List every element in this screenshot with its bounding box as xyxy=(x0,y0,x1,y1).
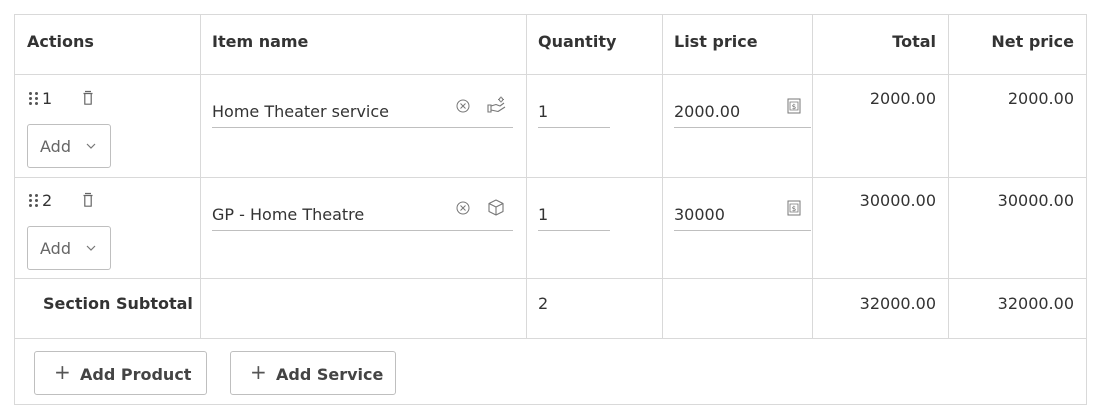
header-divider xyxy=(14,74,1087,75)
price-book-icon[interactable]: $ xyxy=(787,200,801,216)
add-service-button[interactable]: + Add Service xyxy=(230,351,396,395)
column-divider xyxy=(526,14,527,338)
chevron-down-icon xyxy=(86,245,96,251)
header-total: Total xyxy=(892,32,936,51)
column-divider xyxy=(812,14,813,338)
clear-icon[interactable] xyxy=(456,99,470,113)
header-list-price: List price xyxy=(674,32,758,51)
row-total: 30000.00 xyxy=(859,191,936,210)
service-icon xyxy=(487,96,506,113)
add-dropdown[interactable]: Add xyxy=(27,226,111,270)
subtotal-quantity: 2 xyxy=(538,294,549,313)
drag-handle-icon[interactable] xyxy=(29,194,40,208)
plus-icon: + xyxy=(54,360,71,384)
quantity-value: 1 xyxy=(538,205,549,224)
clear-icon[interactable] xyxy=(456,201,470,215)
add-dropdown-label: Add xyxy=(40,137,71,156)
subtotal-total: 32000.00 xyxy=(859,294,936,313)
header-actions: Actions xyxy=(27,32,94,51)
price-book-icon[interactable]: $ xyxy=(787,98,801,114)
list-price-value: 30000 xyxy=(674,205,725,224)
item-name-value: Home Theater service xyxy=(212,102,389,121)
delete-icon[interactable] xyxy=(82,192,94,208)
header-item-name: Item name xyxy=(212,32,309,51)
row-index: 2 xyxy=(42,191,53,210)
column-divider xyxy=(200,14,201,338)
add-dropdown-label: Add xyxy=(40,239,71,258)
product-box-icon xyxy=(488,199,504,216)
row-net-price: 2000.00 xyxy=(1007,89,1074,108)
row-net-price: 30000.00 xyxy=(997,191,1074,210)
add-product-label: Add Product xyxy=(80,365,192,384)
row-total: 2000.00 xyxy=(869,89,936,108)
add-dropdown[interactable]: Add xyxy=(27,124,111,168)
subtotal-label: Section Subtotal xyxy=(43,294,193,313)
subtotal-net-price: 32000.00 xyxy=(997,294,1074,313)
plus-icon: + xyxy=(250,360,267,384)
subtotal-divider xyxy=(14,338,1087,339)
chevron-down-icon xyxy=(86,143,96,149)
row-divider xyxy=(14,278,1087,279)
quantity-field[interactable]: 1 xyxy=(538,195,610,231)
quantity-field[interactable]: 1 xyxy=(538,92,610,128)
svg-text:$: $ xyxy=(792,205,796,213)
item-name-value: GP - Home Theatre xyxy=(212,205,365,224)
column-divider xyxy=(948,14,949,338)
svg-text:$: $ xyxy=(792,103,796,111)
add-service-label: Add Service xyxy=(276,365,384,384)
drag-handle-icon[interactable] xyxy=(29,92,40,106)
header-net-price: Net price xyxy=(991,32,1074,51)
row-divider xyxy=(14,177,1087,178)
list-price-value: 2000.00 xyxy=(674,102,741,121)
add-product-button[interactable]: + Add Product xyxy=(34,351,207,395)
quantity-value: 1 xyxy=(538,102,549,121)
column-divider xyxy=(662,14,663,338)
header-quantity: Quantity xyxy=(538,32,617,51)
delete-icon[interactable] xyxy=(82,90,94,106)
row-index: 1 xyxy=(42,89,53,108)
